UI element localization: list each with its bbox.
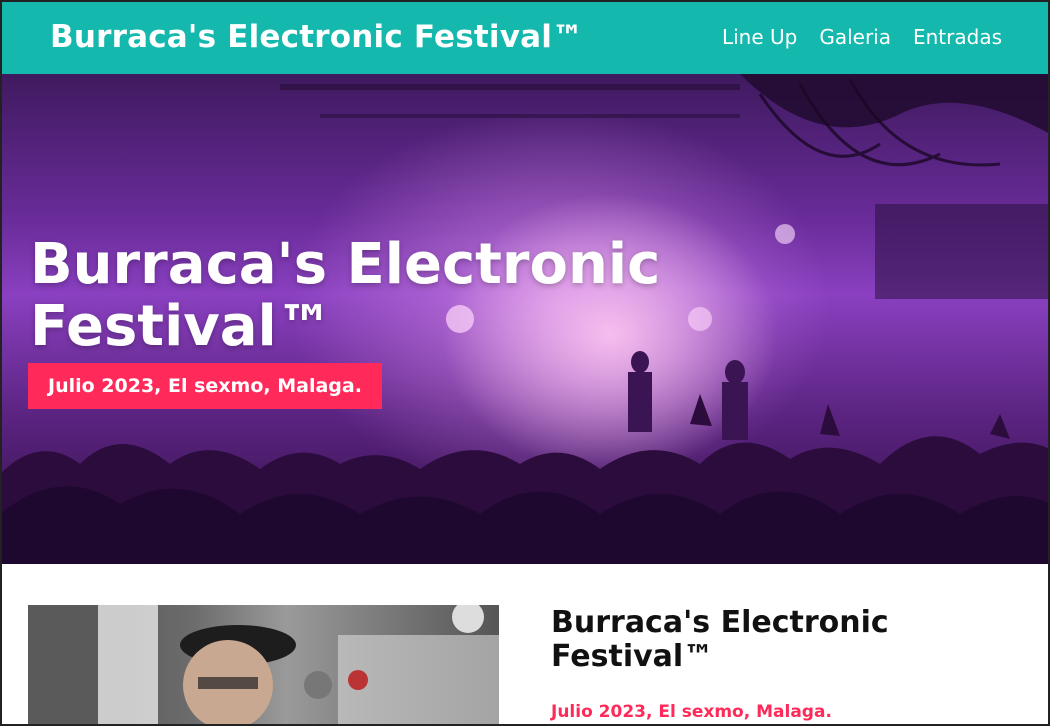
event-date-badge: Julio 2023, El sexmo, Malaga.: [28, 363, 382, 409]
nav-entradas[interactable]: Entradas: [913, 25, 1002, 49]
hero-banner: Burraca's Electronic Festival™ Julio 202…: [0, 74, 1050, 564]
main-nav: Line Up Galeria Entradas: [722, 25, 1002, 49]
site-header: Burraca's Electronic Festival™ Line Up G…: [0, 0, 1050, 74]
nav-galeria[interactable]: Galeria: [819, 25, 891, 49]
festival-date: Julio 2023, El sexmo, Malaga.: [551, 702, 832, 722]
nav-line-up[interactable]: Line Up: [722, 25, 797, 49]
dj-photo: [28, 605, 499, 726]
festival-info-section: Burraca's Electronic Festival™ Julio 202…: [0, 564, 1050, 726]
hero-title: Burraca's Electronic Festival™: [30, 232, 661, 359]
festival-title: Burraca's Electronic Festival™: [551, 605, 889, 674]
site-brand[interactable]: Burraca's Electronic Festival™: [50, 19, 583, 55]
